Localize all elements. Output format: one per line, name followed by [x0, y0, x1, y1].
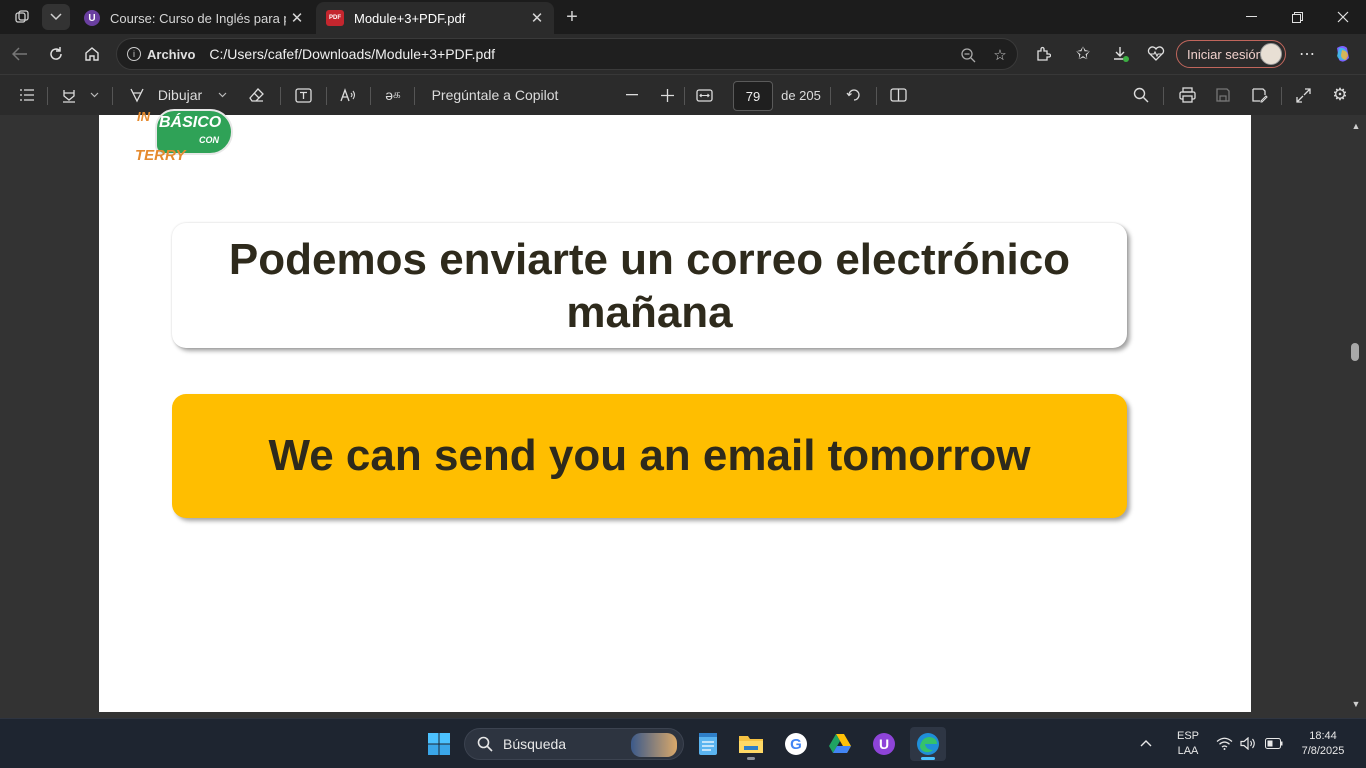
scroll-up-icon[interactable]: ▲ — [1350, 121, 1362, 131]
search-placeholder: Búsqueda — [503, 736, 567, 752]
show-hidden-icons-chevron-up-icon[interactable] — [1140, 737, 1152, 752]
page-total-label: de 205 — [781, 87, 821, 103]
battery-icon[interactable] — [1265, 738, 1283, 754]
file-explorer-icon[interactable] — [733, 727, 769, 761]
zoom-out-icon[interactable] — [957, 45, 979, 65]
restore-icon[interactable] — [1274, 0, 1320, 34]
vertical-scrollbar[interactable]: ▲ ▼ — [1346, 115, 1366, 718]
more-menu-icon[interactable]: ⋯ — [1292, 40, 1322, 68]
info-icon[interactable]: i — [127, 47, 141, 61]
close-icon[interactable]: ✕ — [286, 7, 308, 29]
svg-text:U: U — [879, 736, 889, 752]
table-of-contents-icon[interactable] — [16, 83, 38, 107]
volume-icon[interactable] — [1240, 736, 1256, 755]
search-icon[interactable] — [1130, 83, 1152, 107]
minimize-icon[interactable] — [1228, 0, 1274, 34]
search-highlight-image — [631, 733, 677, 757]
add-text-icon[interactable] — [292, 83, 314, 107]
google-drive-icon[interactable] — [822, 727, 858, 761]
workspaces-icon[interactable] — [8, 4, 36, 30]
keyboard-layout: LAA — [1177, 745, 1199, 757]
pdf-page: IN BÁSICO CON TERRY Podemos enviarte un … — [99, 109, 1251, 712]
copilot-icon[interactable] — [1328, 40, 1358, 68]
tab-course[interactable]: U Course: Curso de Inglés para principia… — [74, 2, 314, 34]
eraser-icon[interactable] — [246, 83, 268, 107]
zoom-in-button[interactable] — [657, 83, 677, 107]
extensions-icon[interactable] — [1028, 40, 1058, 68]
refresh-icon[interactable] — [41, 40, 71, 68]
print-icon[interactable] — [1176, 83, 1198, 107]
edge-browser-icon[interactable] — [910, 727, 946, 761]
english-sentence-card: We can send you an email tomorrow — [172, 394, 1127, 518]
back-icon[interactable] — [5, 40, 35, 68]
clock-date: 7/8/2025 — [1301, 745, 1345, 757]
language-indicator[interactable]: ESP LAA — [1174, 729, 1202, 759]
rotate-icon[interactable] — [843, 83, 865, 107]
svg-text:G: G — [790, 736, 802, 753]
downloads-icon[interactable] — [1106, 40, 1136, 68]
navigation-bar: i Archivo C:/Users/cafef/Downloads/Modul… — [0, 34, 1366, 74]
translate-icon[interactable]: əக — [381, 83, 405, 107]
settings-gear-icon[interactable]: ⚙ — [1329, 83, 1351, 107]
avatar — [1260, 43, 1282, 65]
close-window-icon[interactable] — [1320, 0, 1366, 34]
tab-actions-chevron-icon[interactable] — [42, 4, 70, 30]
draw-button[interactable]: Dibujar — [154, 83, 206, 107]
course-favicon-icon: U — [84, 10, 100, 26]
taskbar: Búsqueda G U ESP LAA 18:44 7/8/2025 — [0, 718, 1366, 768]
zoom-out-button[interactable] — [622, 83, 642, 107]
save-as-icon[interactable] — [1248, 83, 1270, 107]
page-number-input[interactable]: 79 — [733, 81, 773, 111]
ask-copilot-button[interactable]: Pregúntale a Copilot — [428, 83, 562, 107]
scroll-down-icon[interactable]: ▼ — [1350, 699, 1362, 709]
highlight-icon[interactable] — [58, 83, 80, 107]
address-url[interactable]: C:/Users/cafef/Downloads/Module+3+PDF.pd… — [209, 46, 495, 62]
spanish-sentence: Podemos enviarte un correo electrónico m… — [228, 234, 1071, 337]
save-icon[interactable] — [1212, 83, 1234, 107]
tab-pdf[interactable]: PDF Module+3+PDF.pdf ✕ — [316, 2, 554, 34]
language-code: ESP — [1176, 730, 1199, 742]
tab-title: Module+3+PDF.pdf — [354, 10, 466, 26]
draw-icon[interactable] — [126, 83, 148, 107]
notepad-icon[interactable] — [690, 727, 726, 761]
performance-heart-icon[interactable] — [1141, 40, 1171, 68]
chrome-google-icon[interactable]: G — [778, 727, 814, 761]
page-view-icon[interactable] — [887, 83, 909, 107]
favorites-icon[interactable]: ✩ — [1068, 40, 1098, 68]
english-sentence: We can send you an email tomorrow — [268, 431, 1031, 480]
wifi-icon[interactable] — [1216, 737, 1233, 755]
clock[interactable]: 18:44 7/8/2025 — [1292, 729, 1354, 759]
close-icon[interactable]: ✕ — [526, 7, 548, 29]
taskbar-search[interactable]: Búsqueda — [464, 728, 684, 760]
tab-title: Course: Curso de Inglés para principiant… — [110, 10, 286, 26]
fullscreen-icon[interactable] — [1292, 83, 1314, 107]
search-icon — [477, 736, 493, 752]
home-icon[interactable] — [77, 40, 107, 68]
highlight-chevron-down-icon[interactable] — [86, 83, 102, 107]
draw-chevron-down-icon[interactable] — [214, 83, 230, 107]
fit-width-icon[interactable] — [693, 83, 715, 107]
udemy-u-icon[interactable]: U — [866, 727, 902, 761]
signin-button[interactable]: Iniciar sesión — [1176, 40, 1286, 68]
scrollbar-thumb[interactable] — [1351, 343, 1359, 361]
spanish-sentence-card: Podemos enviarte un correo electrónico m… — [172, 223, 1127, 348]
signin-label: Iniciar sesión — [1187, 46, 1263, 62]
address-bar[interactable]: i Archivo C:/Users/cafef/Downloads/Modul… — [116, 38, 1018, 70]
address-scheme-label: Archivo — [147, 46, 196, 62]
ingles-basico-terry-logo: IN BÁSICO CON TERRY — [135, 109, 235, 169]
start-windows-icon[interactable] — [421, 727, 457, 761]
title-bar: U Course: Curso de Inglés para principia… — [0, 0, 1366, 34]
pdf-favicon-icon: PDF — [326, 10, 344, 26]
new-tab-icon[interactable]: + — [558, 4, 586, 30]
clock-time: 18:44 — [1309, 730, 1337, 742]
read-aloud-icon[interactable] — [338, 83, 360, 107]
pdf-viewer[interactable]: IN BÁSICO CON TERRY Podemos enviarte un … — [0, 109, 1366, 718]
favorite-star-icon[interactable]: ☆ — [989, 45, 1011, 65]
